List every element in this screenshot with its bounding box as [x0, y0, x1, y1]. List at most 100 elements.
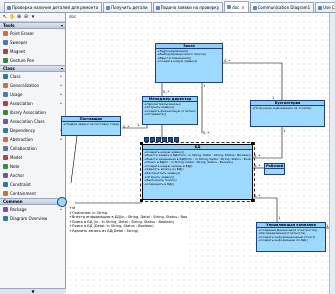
class-manager[interactable]: Менеджер директор +Просмотреть(заказы) +О…: [142, 96, 198, 125]
diagram-tab[interactable]: Получить детали: [103, 2, 152, 12]
usage-icon: [3, 92, 8, 97]
palette-section-title: Common: [3, 199, 23, 204]
console-line: +Внести информацию в БД(in : String, Det…: [69, 215, 187, 219]
submenu-arrow-icon[interactable]: ▸: [60, 101, 62, 105]
multiplicity-label: 0..*: [254, 164, 261, 168]
class-buhgalteria[interactable]: Бухгалтерия +Получение информации из отч…: [250, 100, 325, 127]
palette-item[interactable]: Usage ▸: [0, 90, 65, 99]
palette-scroll-down[interactable]: ▼: [0, 288, 66, 294]
abstraction-icon: [3, 137, 8, 142]
palette-item-label: Dependency: [10, 128, 36, 133]
palette-item-label: Generalization: [10, 83, 40, 88]
class-rabochiy[interactable]: Рабочий: [264, 163, 285, 175]
class-operation: +Создать информацию по БД(): [258, 239, 308, 243]
pen-icon: [3, 58, 8, 63]
palette-item[interactable]: Ibrary Association: [0, 108, 65, 117]
diagram-icon: [318, 5, 323, 10]
class-bd[interactable]: БД +Создать новую заявку() +Внести заявку…: [140, 142, 255, 202]
palette-item[interactable]: Constraint: [0, 180, 65, 189]
class-quick-toolbar: [144, 137, 179, 142]
close-tab-icon[interactable]: ×: [241, 3, 244, 12]
palette-item[interactable]: Note: [0, 162, 65, 171]
palette-item[interactable]: Abstraction ▸: [0, 135, 65, 144]
diagram-tab[interactable]: Use Case Diagram1: [315, 2, 335, 12]
palette-item[interactable]: Model: [0, 153, 65, 162]
multiplicity-label: 1: [272, 96, 275, 100]
tab-label: doc: [232, 4, 240, 10]
class-attributes: +Создать новую заявку() +Внести заявку в …: [143, 150, 252, 187]
diagram-tab[interactable]: Подача заявки на проверку: [152, 2, 224, 12]
diagram-tab[interactable]: Проверка наличия деталей для ремонта: [4, 2, 103, 12]
palette-item[interactable]: Magnet: [0, 47, 65, 56]
add-dependency-icon[interactable]: [168, 137, 173, 142]
class-attributes: [265, 169, 284, 172]
zoom-out-icon[interactable]: ⊖: [23, 14, 29, 20]
class-icon: [3, 74, 8, 79]
resize-handle[interactable]: [251, 199, 254, 202]
class-operation: +Создать новую заявку(): [157, 60, 198, 64]
palette-item[interactable]: Collaboration: [0, 144, 65, 153]
resize-handle[interactable]: [251, 142, 254, 145]
multiplicity-label: 0..*: [203, 131, 210, 135]
actor-circle[interactable]: [57, 197, 67, 207]
magnet-icon: [3, 49, 8, 54]
resize-handle[interactable]: [140, 199, 143, 202]
multiplicity-label: 1: [203, 84, 206, 88]
zoom-in-icon[interactable]: ⊕: [16, 14, 22, 20]
palette-toolbar: ↖ ✋ ⊕ ⊖ ▾: [0, 13, 65, 22]
palette-item[interactable]: Point Eraser: [0, 29, 65, 38]
palette-section-header[interactable]: Tools ▾: [0, 22, 65, 29]
multiplicity-label: 0..*: [123, 125, 130, 129]
palette-item-label: Anchor: [10, 173, 25, 178]
diagram-tab[interactable]: Communication Diagram1: [249, 2, 315, 12]
association-icon: [3, 101, 8, 106]
model-icon: [3, 155, 8, 160]
palette-section-header[interactable]: Common▾: [0, 198, 65, 205]
diagram-tab[interactable]: doc ×: [224, 1, 249, 12]
eraser-icon: [3, 31, 8, 36]
palette-item[interactable]: Containment: [0, 189, 65, 198]
submenu-arrow-icon[interactable]: ▸: [60, 207, 62, 211]
palette-item[interactable]: Association Class: [0, 117, 65, 126]
palette-section-header[interactable]: Class ▾: [0, 65, 65, 72]
palette-item[interactable]: Package ▸: [0, 205, 65, 214]
class-attributes: +Подача заявки на поставку товара(): [62, 122, 120, 127]
add-association-icon[interactable]: [156, 137, 161, 142]
add-note-icon[interactable]: [174, 137, 179, 142]
association-class-icon: [3, 119, 8, 124]
generalization-icon: [3, 83, 8, 88]
add-operation-icon[interactable]: [150, 137, 155, 142]
select-tool-icon[interactable]: ↖: [2, 14, 8, 20]
resize-handle[interactable]: [140, 142, 143, 145]
palette-item[interactable]: Sweeper: [0, 38, 65, 47]
palette-item[interactable]: Generalization ▸: [0, 81, 65, 90]
palette-item[interactable]: Anchor: [0, 171, 65, 180]
class-uprav-kompaniya[interactable]: Управляющая компания +Создание финансово…: [256, 222, 326, 252]
canvas-vertical-scrollbar[interactable]: [329, 13, 335, 294]
multiplicity-label: 0..*: [254, 154, 261, 158]
add-attribute-icon[interactable]: [144, 137, 149, 142]
class-postavshik[interactable]: Поставщик +Подача заявки на поставку тов…: [61, 116, 121, 136]
diagram-icon: [155, 5, 160, 10]
submenu-arrow-icon[interactable]: ▸: [60, 74, 62, 78]
palette-item-label: Ibrary Association: [10, 110, 46, 115]
palette-item-label: Usage: [10, 92, 23, 97]
palette-item[interactable]: Association ▸: [0, 99, 65, 108]
palette-item-label: Association: [10, 101, 33, 106]
class-zakaz[interactable]: Заказ +Экспонирование() +Выбор(проверочно…: [155, 43, 223, 83]
submenu-arrow-icon[interactable]: ▸: [60, 137, 62, 141]
palette-item-label: Collaboration: [10, 146, 37, 151]
pan-tool-icon[interactable]: ✋: [9, 14, 15, 20]
submenu-arrow-icon[interactable]: ▸: [60, 83, 62, 87]
palette-item[interactable]: Gesture Pen: [0, 56, 65, 65]
palette-item[interactable]: Diagram Overview: [0, 214, 65, 223]
palette-item[interactable]: Dependency▸: [0, 126, 65, 135]
submenu-arrow-icon[interactable]: ▸: [60, 92, 62, 96]
tab-label: Подача заявки на проверку: [160, 5, 220, 10]
palette-item[interactable]: Class ▸: [0, 72, 65, 81]
add-generalization-icon[interactable]: [162, 137, 167, 142]
class-attributes: +Просмотреть(заказы) +Открыть заявку() +Со…: [143, 102, 197, 117]
chevron-down-icon[interactable]: ▾: [30, 14, 36, 20]
palette-item-label: Association Class: [10, 119, 45, 124]
palette-item-label: Constraint: [10, 182, 31, 187]
